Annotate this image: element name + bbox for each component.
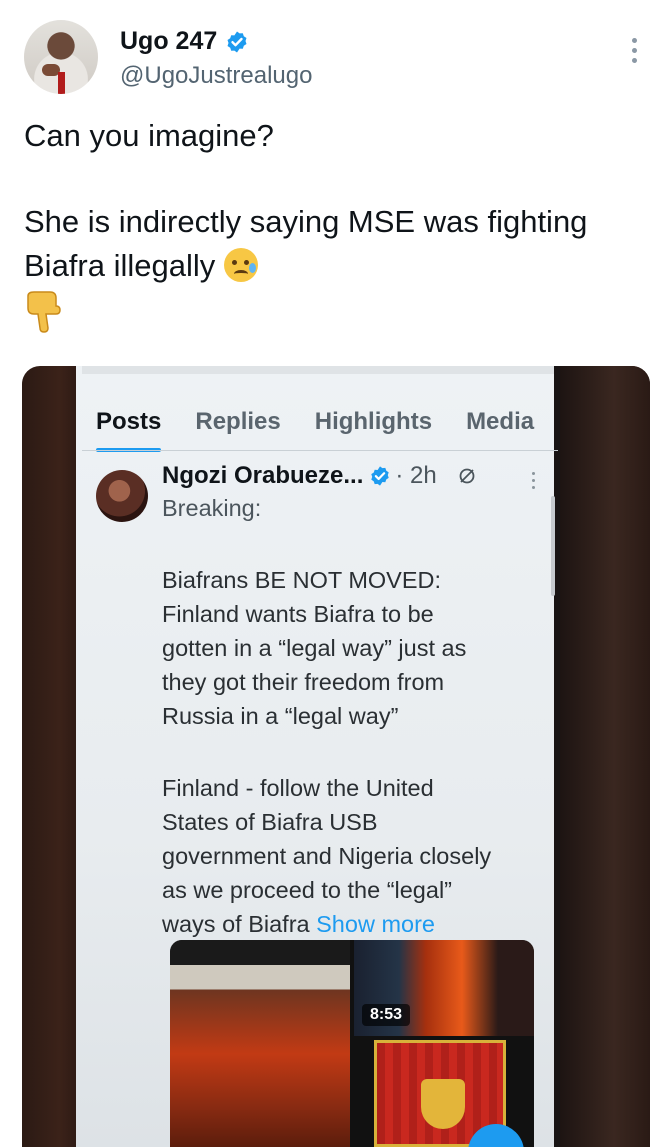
tweet-image[interactable]: Posts Replies Highlights Media Ngozi Ora… <box>22 366 650 1147</box>
author-avatar[interactable] <box>24 20 98 94</box>
inner-p2-line: government and Nigeria closely <box>162 843 492 869</box>
backhand-index-pointing-down-icon <box>27 291 61 333</box>
inner-post-header: Ngozi Orabueze... · 2h <box>162 462 477 490</box>
inner-p1-line: gotten in a “legal way” just as <box>162 635 467 661</box>
inner-p1-line: Finland wants Biafra to be <box>162 601 434 627</box>
inner-post-breaking: Breaking: <box>162 495 262 521</box>
video-duration-badge: 8:53 <box>362 1004 411 1026</box>
inner-post-media: 8:53 <box>170 940 534 1147</box>
profile-tabs: Posts Replies Highlights Media <box>96 408 568 452</box>
tabs-divider <box>82 450 558 451</box>
inner-p1-line: they got their freedom from <box>162 669 445 695</box>
tweet-text-line-3-words: Biafra illegally <box>24 248 216 283</box>
inner-verified-badge-icon <box>371 466 390 486</box>
crying-face-icon <box>223 248 258 282</box>
tweet-text-line-1: Can you imagine? <box>24 118 274 153</box>
inner-p2-last-line: ways of Biafra Show more <box>162 907 491 941</box>
avatar-tie-detail <box>58 72 65 94</box>
inner-post-paragraph-1: Biafrans BE NOT MOVED: Finland wants Bia… <box>162 563 466 733</box>
tweet-text-line-2: She is indirectly saying MSE was fightin… <box>24 204 588 239</box>
inner-p2-line: States of Biafra USB <box>162 809 378 835</box>
verified-badge-icon <box>227 31 247 52</box>
inner-p2-line: ways of Biafra <box>162 911 310 937</box>
coat-of-arms-icon <box>421 1079 465 1129</box>
inner-p2-line: as we proceed to the “legal” <box>162 877 452 903</box>
author-handle[interactable]: @UgoJustrealugo <box>120 62 312 90</box>
author-display-name[interactable]: Ugo 247 <box>120 27 217 56</box>
tab-highlights: Highlights <box>314 408 433 435</box>
show-more-link: Show more <box>316 911 435 937</box>
inner-p1-line: Biafrans BE NOT MOVED: <box>162 567 442 593</box>
phone-bezel <box>560 366 650 1147</box>
author-name-row[interactable]: Ugo 247 <box>120 27 249 56</box>
inner-scrollbar <box>551 496 555 596</box>
tab-replies: Replies <box>195 408 281 435</box>
screen-top-cutoff <box>82 366 560 374</box>
inner-post-paragraph-2: Finland - follow the United States of Bi… <box>162 771 491 941</box>
tab-posts: Posts <box>96 408 162 452</box>
inner-p1-line: Russia in a “legal way” <box>162 703 399 729</box>
inner-post-author: Ngozi Orabueze... <box>162 462 364 489</box>
inner-post-time: · 2h <box>395 462 437 489</box>
more-options-icon[interactable] <box>626 38 642 68</box>
tab-media: Media <box>466 408 535 435</box>
edited-indicator-icon <box>459 468 475 484</box>
inner-more-options-icon <box>528 472 538 496</box>
crowd-photo <box>170 940 350 1147</box>
tweet-text-line-3: Biafra illegally <box>24 244 258 288</box>
inner-post-avatar <box>96 470 148 522</box>
inner-p2-line: Finland - follow the United <box>162 775 434 801</box>
